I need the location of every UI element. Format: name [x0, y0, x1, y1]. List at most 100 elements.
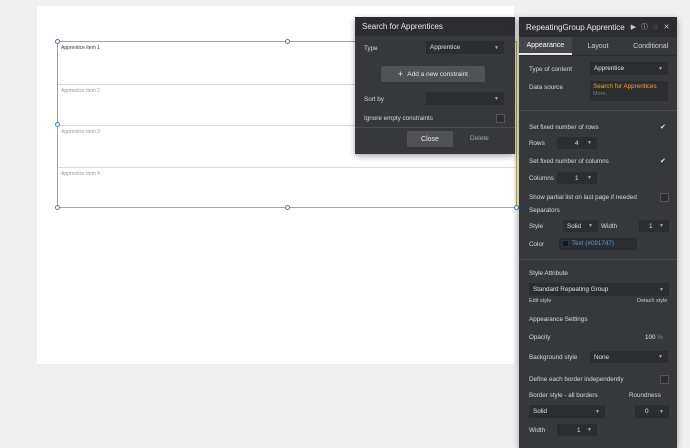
- property-tabs: Appearance Layout Conditional: [519, 37, 677, 56]
- type-dropdown[interactable]: Apprentice ▼: [426, 41, 504, 54]
- sep-width-dropdown[interactable]: 1 ▼: [639, 220, 669, 232]
- chevron-down-icon: ▼: [659, 223, 664, 229]
- border-width-label: Width: [529, 427, 546, 434]
- rows-label: Rows: [529, 140, 545, 147]
- rows-value: 4: [575, 139, 579, 147]
- chevron-down-icon: ▼: [494, 95, 499, 102]
- resize-handle-top[interactable]: [285, 39, 290, 44]
- roundness-value: 0: [645, 408, 649, 415]
- type-of-content-dropdown[interactable]: Apprentice ▼: [590, 62, 668, 75]
- resize-handle-left[interactable]: [55, 122, 60, 127]
- property-editor-header: RepeatingGroup Apprentice ▶ ⓘ ◌ ✕: [519, 17, 677, 37]
- roundness-label: Roundness: [629, 392, 661, 399]
- comment-icon[interactable]: ◌: [652, 24, 659, 31]
- chevron-down-icon: ▼: [588, 223, 593, 229]
- background-style-dropdown[interactable]: None ▼: [590, 351, 668, 363]
- chevron-down-icon: ▼: [659, 408, 664, 415]
- sep-color-label: Color: [529, 241, 545, 248]
- partial-list-label: Show partial list on last page if needed: [529, 194, 637, 201]
- search-panel-title: Search for Apprentices: [355, 17, 515, 36]
- sep-width-label: Width: [601, 223, 618, 230]
- divider: [355, 127, 515, 128]
- sep-color-picker[interactable]: Text (#091747): [559, 238, 637, 250]
- chevron-down-icon: ▼: [587, 175, 592, 181]
- define-border-label: Define each border independently: [529, 376, 624, 383]
- ignore-empty-label: Ignore empty constraints: [364, 115, 433, 122]
- add-constraint-label: Add a new constraint: [407, 70, 468, 78]
- tab-layout[interactable]: Layout: [572, 37, 625, 55]
- detach-style-link[interactable]: Detach style: [637, 298, 667, 304]
- chevron-down-icon: ▼: [587, 140, 592, 146]
- type-value: Apprentice: [430, 44, 461, 51]
- search-panel: Search for Apprentices Type Apprentice ▼…: [355, 17, 515, 154]
- sort-by-label: Sort by: [364, 96, 384, 103]
- ignore-empty-checkbox[interactable]: [496, 114, 505, 123]
- fixed-rows-label: Set fixed number of rows: [529, 124, 599, 131]
- edit-style-link[interactable]: Edit style: [529, 298, 551, 304]
- border-style-label: Border style - all borders: [529, 392, 598, 399]
- property-editor: RepeatingGroup Apprentice ▶ ⓘ ◌ ✕ Appear…: [519, 17, 677, 448]
- divider: [519, 259, 677, 260]
- opacity-label: Opacity: [529, 334, 551, 341]
- delete-link[interactable]: Delete: [470, 135, 489, 142]
- sort-by-dropdown[interactable]: ▼: [426, 92, 504, 105]
- rows-dropdown[interactable]: 4 ▼: [557, 137, 597, 149]
- data-source-value: Search for Apprentices: [593, 83, 657, 90]
- resize-handle-bl[interactable]: [55, 205, 60, 210]
- preview-icon[interactable]: ▶: [630, 24, 637, 31]
- resize-handle-bottom[interactable]: [285, 205, 290, 210]
- background-style-label: Background style: [529, 354, 578, 361]
- plus-icon: +: [398, 69, 404, 79]
- data-source-label: Data source: [529, 84, 563, 91]
- columns-label: Columns: [529, 175, 554, 182]
- appearance-settings-label: Appearance Settings: [529, 316, 588, 323]
- info-icon[interactable]: ⓘ: [641, 24, 648, 31]
- style-attribute-value: Standard Repeating Group: [533, 286, 609, 293]
- border-style-dropdown[interactable]: Solid ▼: [529, 405, 605, 418]
- type-label: Type: [364, 45, 378, 52]
- property-editor-title: RepeatingGroup Apprentice: [526, 22, 625, 32]
- border-width-dropdown[interactable]: 1 ▼: [557, 424, 597, 436]
- sep-color-value: Text (#091747): [572, 240, 615, 247]
- chevron-down-icon: ▼: [494, 44, 499, 51]
- type-of-content-value: Apprentice: [594, 65, 625, 72]
- border-width-value: 1: [577, 426, 581, 434]
- fixed-rows-checkbox[interactable]: ✔: [660, 123, 666, 131]
- chevron-down-icon: ▼: [658, 354, 663, 360]
- data-source-more[interactable]: More...: [593, 91, 665, 97]
- sep-style-dropdown[interactable]: Solid ▼: [563, 220, 598, 232]
- close-button[interactable]: Close: [407, 131, 453, 147]
- chevron-down-icon: ▼: [595, 408, 600, 415]
- opacity-value: 100: [645, 334, 656, 341]
- rg-cell-label: Apprentice item 3: [61, 129, 100, 135]
- opacity-unit: %: [657, 334, 663, 341]
- fixed-cols-checkbox[interactable]: ✔: [660, 157, 666, 165]
- type-of-content-label: Type of content: [529, 66, 573, 73]
- sep-style-label: Style: [529, 223, 543, 230]
- style-attribute-dropdown[interactable]: Standard Repeating Group ▼: [529, 283, 669, 296]
- rg-cell-label: Apprentice item 1: [61, 45, 100, 51]
- resize-handle-tl[interactable]: [55, 39, 60, 44]
- sep-width-value: 1: [649, 222, 653, 230]
- opacity-field[interactable]: 100 %: [645, 334, 663, 341]
- partial-list-checkbox[interactable]: [660, 193, 669, 202]
- border-style-value: Solid: [533, 408, 548, 415]
- tab-appearance[interactable]: Appearance: [519, 37, 572, 55]
- columns-dropdown[interactable]: 1 ▼: [557, 172, 597, 184]
- chevron-down-icon: ▼: [659, 286, 664, 293]
- tab-conditional[interactable]: Conditional: [624, 37, 677, 55]
- sep-style-value: Solid: [567, 222, 582, 230]
- color-swatch: [562, 240, 569, 247]
- fixed-cols-label: Set fixed number of columns: [529, 158, 609, 165]
- roundness-dropdown[interactable]: 0 ▼: [635, 405, 669, 418]
- rg-cell[interactable]: Apprentice item 4: [58, 167, 516, 208]
- style-attribute-label: Style Attribute: [529, 270, 568, 277]
- add-constraint-button[interactable]: + Add a new constraint: [381, 66, 485, 82]
- data-source-field[interactable]: Search for Apprentices More...: [590, 81, 668, 101]
- close-icon[interactable]: ✕: [663, 24, 670, 31]
- chevron-down-icon: ▼: [658, 65, 663, 72]
- rg-cell-label: Apprentice item 4: [61, 171, 100, 177]
- define-border-checkbox[interactable]: [660, 375, 669, 384]
- rg-cell-label: Apprentice item 2: [61, 88, 100, 94]
- background-style-value: None: [594, 353, 610, 361]
